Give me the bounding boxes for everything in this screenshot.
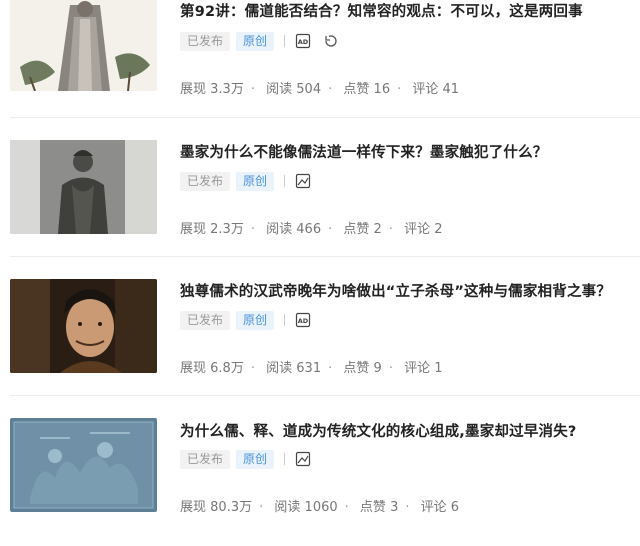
ad-icon[interactable]: AD — [295, 312, 311, 328]
article-stats: 展现 6.8万 · 阅读 631 · 点赞 9 · 评论 1 — [180, 361, 443, 376]
article-title[interactable]: 独尊儒术的汉武帝晚年为啥做出“立子杀母”这种与儒家相背之事？ — [180, 280, 611, 301]
reads-value: 466 — [296, 222, 322, 237]
article-tags: 已发布 原创 — [180, 449, 323, 469]
views-label: 展现 — [180, 82, 207, 97]
divider — [284, 175, 286, 187]
reads-label: 阅读 — [266, 82, 293, 97]
reads-value: 631 — [296, 361, 322, 376]
article-thumbnail[interactable] — [10, 0, 157, 91]
comments-label: 评论 — [404, 222, 431, 237]
original-badge: 原创 — [236, 310, 275, 330]
views-value: 80.3万 — [210, 500, 253, 515]
divider — [284, 314, 286, 326]
article-tags: 已发布 原创 — [180, 171, 323, 191]
likes-label: 点赞 — [343, 361, 370, 376]
likes-label: 点赞 — [343, 222, 370, 237]
status-badge: 已发布 — [180, 171, 231, 191]
article-title[interactable]: 墨家为什么不能像儒法道一样传下来？墨家触犯了什么？ — [180, 141, 548, 162]
original-badge: 原创 — [236, 31, 275, 51]
image-icon[interactable] — [295, 173, 311, 189]
comments-value: 6 — [450, 500, 460, 515]
likes-value: 2 — [373, 222, 382, 237]
likes-label: 点赞 — [343, 82, 370, 97]
ad-icon[interactable]: AD — [295, 33, 311, 49]
article-thumbnail[interactable] — [10, 279, 157, 373]
article-tags: 已发布 原创 AD — [180, 31, 351, 51]
comments-value: 1 — [434, 361, 443, 376]
comments-label: 评论 — [420, 500, 447, 515]
original-badge: 原创 — [236, 171, 275, 191]
svg-text:AD: AD — [298, 38, 309, 46]
row-divider — [10, 395, 640, 396]
article-item-3[interactable]: 独尊儒术的汉武帝晚年为啥做出“立子杀母”这种与儒家相背之事？ 已发布 原创 AD… — [0, 268, 640, 407]
likes-value: 16 — [373, 82, 391, 97]
refresh-icon[interactable] — [323, 33, 339, 49]
status-badge: 已发布 — [180, 310, 231, 330]
reads-value: 504 — [296, 82, 322, 97]
views-label: 展现 — [180, 361, 207, 376]
views-value: 3.3万 — [210, 82, 244, 97]
svg-text:AD: AD — [298, 317, 309, 325]
views-value: 6.8万 — [210, 361, 244, 376]
image-icon[interactable] — [295, 451, 311, 467]
article-thumbnail[interactable] — [10, 418, 157, 512]
article-tags: 已发布 原创 AD — [180, 310, 323, 330]
status-badge: 已发布 — [180, 449, 231, 469]
reads-value: 1060 — [304, 500, 338, 515]
comments-value: 41 — [442, 82, 460, 97]
article-stats: 展现 3.3万 · 阅读 504 · 点赞 16 · 评论 41 — [180, 82, 460, 97]
likes-value: 9 — [373, 361, 382, 376]
article-item-2[interactable]: 墨家为什么不能像儒法道一样传下来？墨家触犯了什么？ 已发布 原创 展现 2.3万… — [0, 129, 640, 268]
article-stats: 展现 80.3万 · 阅读 1060 · 点赞 3 · 评论 6 — [180, 500, 460, 515]
article-item-4[interactable]: 为什么儒、释、道成为传统文化的核心组成,墨家却过早消失? 已发布 原创 展现 8… — [0, 407, 640, 546]
row-divider — [10, 256, 640, 257]
reads-label: 阅读 — [274, 500, 301, 515]
article-item-1[interactable]: 第92讲：儒道能否结合？知常容的观点：不可以，这是两回事 已发布 原创 AD 展… — [0, 0, 640, 129]
comments-label: 评论 — [404, 361, 431, 376]
likes-label: 点赞 — [359, 500, 386, 515]
article-title[interactable]: 第92讲：儒道能否结合？知常容的观点：不可以，这是两回事 — [180, 0, 583, 21]
divider — [284, 35, 286, 47]
status-badge: 已发布 — [180, 31, 231, 51]
reads-label: 阅读 — [266, 222, 293, 237]
original-badge: 原创 — [236, 449, 275, 469]
article-stats: 展现 2.3万 · 阅读 466 · 点赞 2 · 评论 2 — [180, 222, 443, 237]
reads-label: 阅读 — [266, 361, 293, 376]
article-title[interactable]: 为什么儒、释、道成为传统文化的核心组成,墨家却过早消失? — [180, 420, 577, 441]
views-label: 展现 — [180, 500, 207, 515]
comments-value: 2 — [434, 222, 443, 237]
likes-value: 3 — [390, 500, 399, 515]
divider — [284, 453, 286, 465]
article-thumbnail[interactable] — [10, 140, 157, 234]
views-value: 2.3万 — [210, 222, 244, 237]
comments-label: 评论 — [412, 82, 439, 97]
views-label: 展现 — [180, 222, 207, 237]
row-divider — [10, 117, 640, 118]
